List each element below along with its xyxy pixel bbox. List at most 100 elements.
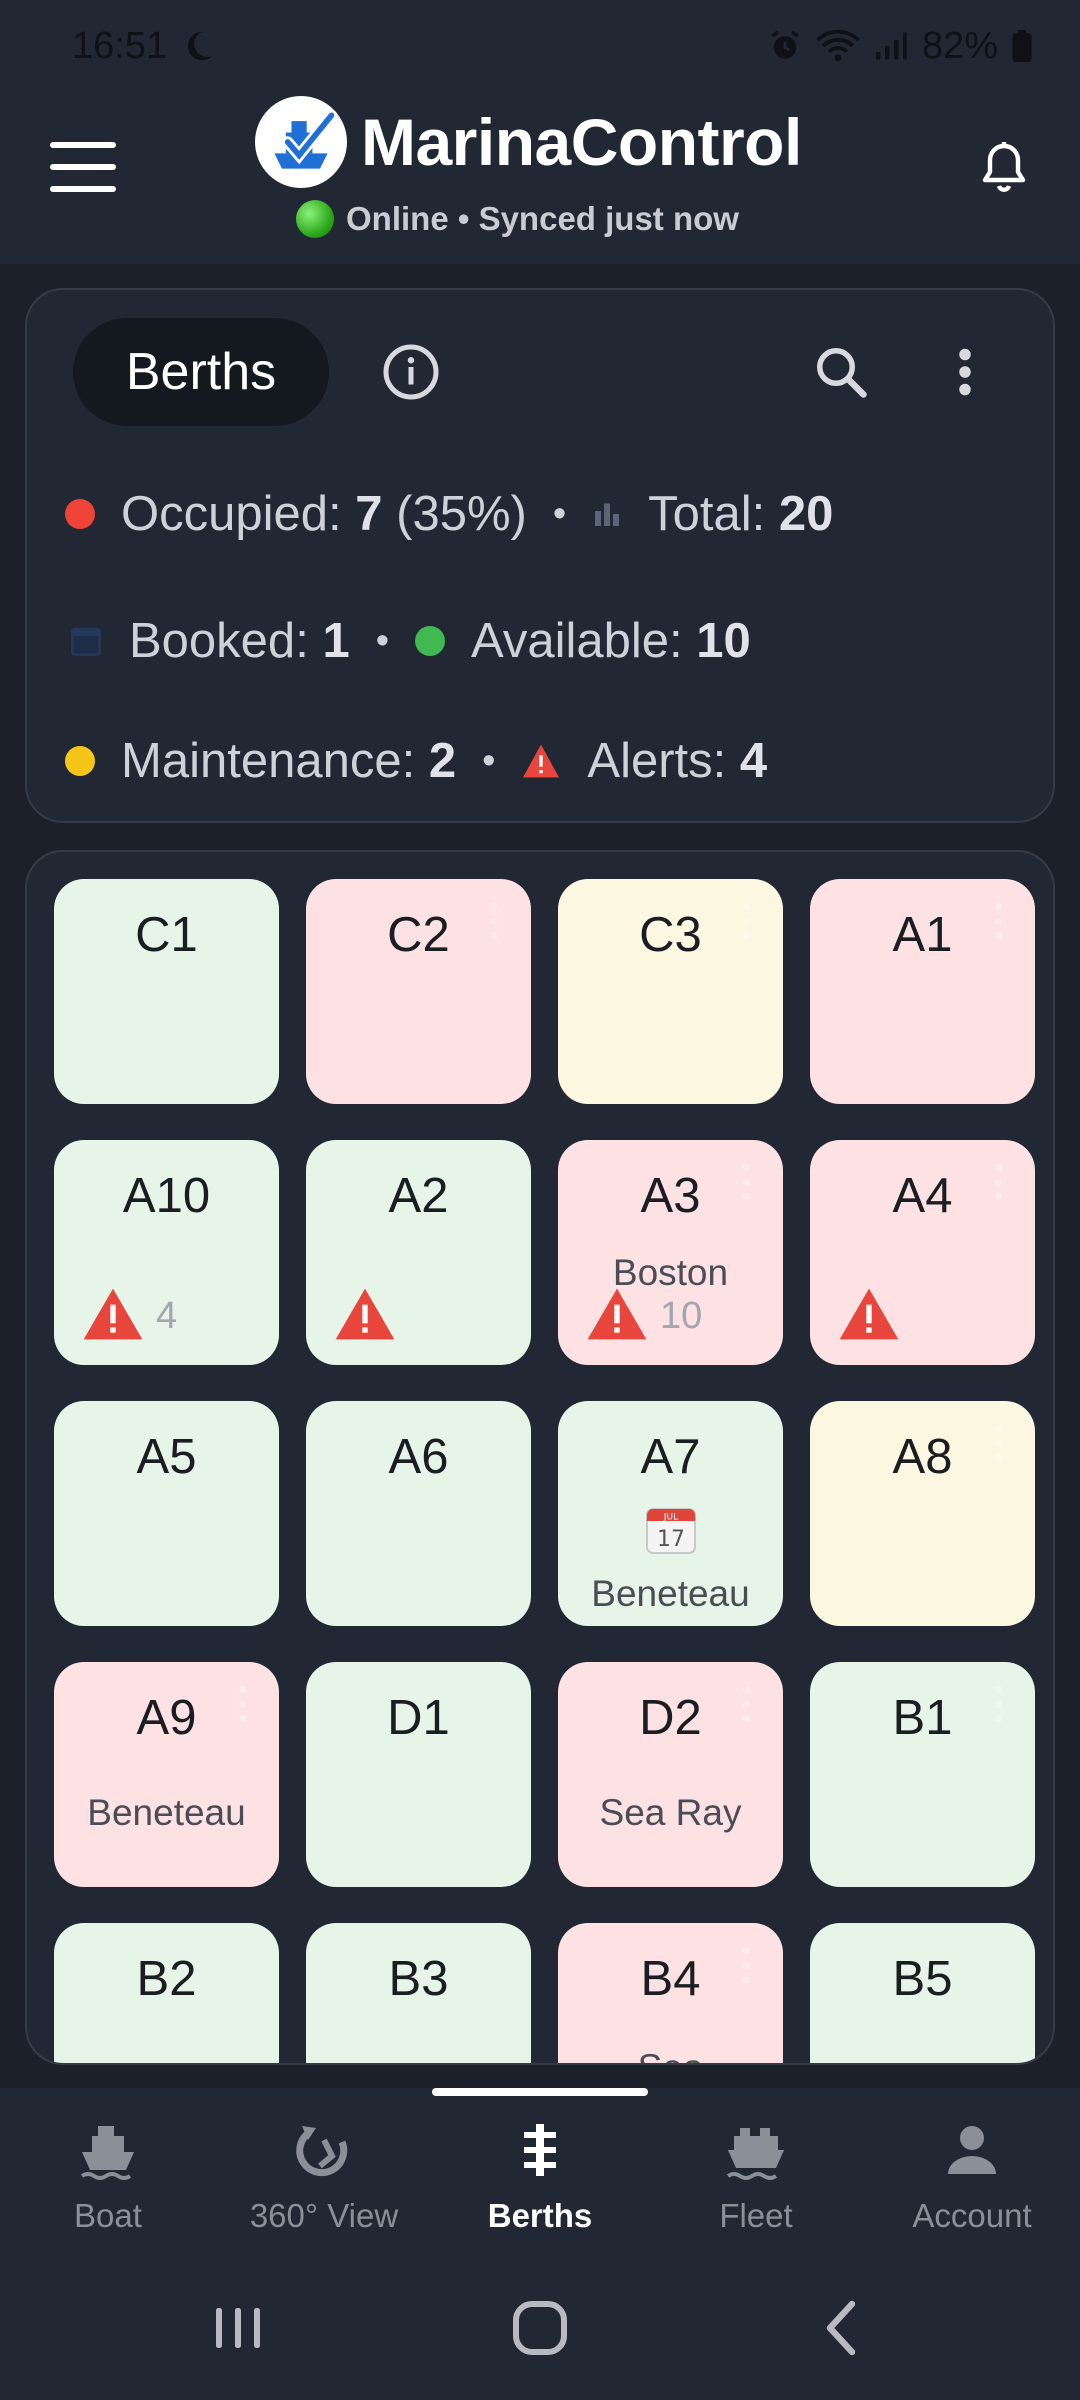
berth-name: A6 — [388, 1430, 449, 1484]
berth-alert[interactable] — [836, 1286, 902, 1347]
berth-menu-icon[interactable] — [995, 1686, 1003, 1722]
berth-name: A5 — [136, 1430, 197, 1484]
berth-summary-card: Berths Occupied: 7 (35%) • Total: 20 Boo… — [25, 288, 1055, 823]
maintenance-dot-icon — [65, 746, 95, 776]
battery-icon — [1012, 30, 1032, 62]
search-icon — [817, 348, 867, 398]
berth-menu-icon[interactable] — [995, 1164, 1003, 1200]
berth-menu-icon[interactable] — [239, 1686, 247, 1722]
berth-name: B5 — [892, 1952, 953, 2006]
berth-tile-a9[interactable]: A9 Beneteau — [54, 1662, 279, 1887]
stats-row-maintenance-alerts: Maintenance: 2 • Alerts: 4 — [65, 733, 767, 789]
berth-tile-d1[interactable]: D1 — [306, 1662, 531, 1887]
berth-tile-a2[interactable]: A2 — [306, 1140, 531, 1365]
berth-tile-a3[interactable]: A3 Boston 10 — [558, 1140, 783, 1365]
status-bar: 16:51 82% — [0, 0, 1080, 92]
app-title: MarinaControl — [361, 105, 802, 179]
berth-tile-b2[interactable]: B2 — [54, 1923, 279, 2063]
do-not-disturb-icon — [181, 29, 215, 63]
berth-tile-b1[interactable]: B1 — [810, 1662, 1035, 1887]
back-button[interactable] — [820, 2296, 864, 2365]
recent-apps-button[interactable] — [210, 2296, 266, 2365]
berth-tile-a7[interactable]: A7 JUL 17 Beneteau — [558, 1401, 783, 1626]
info-button[interactable] — [381, 342, 441, 407]
occupied-percent: (35%) — [396, 487, 527, 541]
berth-alert[interactable] — [332, 1286, 398, 1347]
notifications-button[interactable] — [980, 140, 1028, 199]
search-button[interactable] — [811, 342, 871, 407]
more-vertical-icon — [959, 348, 971, 396]
warning-icon — [332, 1286, 398, 1347]
berth-alert[interactable]: 10 — [584, 1286, 702, 1347]
active-tab-indicator — [432, 2088, 648, 2096]
berth-menu-icon[interactable] — [743, 1686, 751, 1722]
boat-name: Beneteau — [87, 1792, 246, 1833]
signal-icon — [874, 31, 908, 61]
home-button[interactable] — [510, 2296, 570, 2365]
alerts-label: Alerts: — [587, 734, 727, 788]
berth-tile-b4[interactable]: B4Sea — [558, 1923, 783, 2063]
ship-icon — [76, 2118, 140, 2187]
bell-icon — [982, 142, 1026, 192]
nav-tab-label: Berths — [487, 2197, 593, 2234]
booking-calendar-icon: JUL 17 — [558, 1505, 783, 1555]
available-dot-icon — [415, 626, 446, 656]
hamburger-menu-button[interactable] — [50, 142, 116, 192]
berth-name: A10 — [122, 1169, 211, 1223]
nav-tab-label: Account — [912, 2197, 1032, 2234]
nav-tab-berths[interactable]: Berths — [432, 2088, 648, 2268]
berth-menu-icon[interactable] — [743, 1164, 751, 1200]
battery-level: 82% — [921, 24, 998, 67]
nav-tab-view360[interactable]: 360° View — [216, 2088, 432, 2268]
nav-tab-label: 360° View — [249, 2197, 399, 2234]
stats-separator: • — [552, 492, 567, 535]
available-label: Available: — [471, 614, 683, 668]
berths-icon — [508, 2118, 572, 2187]
berth-tile-a1[interactable]: A1 — [810, 879, 1035, 1104]
berth-tile-c1[interactable]: C1 — [54, 879, 279, 1104]
warning-icon — [80, 1286, 146, 1347]
berth-tile-b3[interactable]: B3 — [306, 1923, 531, 2063]
nav-tab-account[interactable]: Account — [864, 2088, 1080, 2268]
wifi-icon — [816, 29, 860, 63]
stats-separator: • — [375, 619, 390, 662]
berth-grid-card: C1 C2 C3 A1 A10 4 A2 A3 Boston 10 A4 A5 A6 A7 JUL 17 Ben… — [25, 850, 1055, 2065]
sync-status-text: Online • Synced just now — [346, 200, 739, 237]
berth-name: A2 — [388, 1169, 449, 1223]
boat-name: Sea Ray — [599, 1792, 742, 1833]
berth-tile-a4[interactable]: A4 — [810, 1140, 1035, 1365]
berth-tile-c3[interactable]: C3 — [558, 879, 783, 1104]
berth-tile-c2[interactable]: C2 — [306, 879, 531, 1104]
berth-alert[interactable]: 4 — [80, 1286, 177, 1347]
nav-tab-fleet[interactable]: Fleet — [648, 2088, 864, 2268]
occupied-label: Occupied: — [121, 487, 342, 541]
berth-tile-a8[interactable]: A8 — [810, 1401, 1035, 1626]
berth-tile-a5[interactable]: A5 — [54, 1401, 279, 1626]
berth-menu-icon[interactable] — [995, 1425, 1003, 1461]
berth-menu-icon[interactable] — [743, 903, 751, 939]
berth-name: C1 — [135, 908, 198, 962]
calendar-icon — [69, 624, 103, 658]
info-icon — [383, 344, 439, 400]
more-options-button[interactable] — [945, 342, 985, 407]
berths-filter-tab[interactable]: Berths — [73, 318, 329, 426]
alerts-value: 4 — [739, 734, 768, 788]
calendar-month: JUL — [662, 1511, 678, 1522]
berth-menu-icon[interactable] — [491, 903, 499, 939]
berth-tile-b5[interactable]: B5 — [810, 1923, 1035, 2063]
maintenance-label: Maintenance: — [121, 734, 416, 788]
berth-tile-a10[interactable]: A10 4 — [54, 1140, 279, 1365]
fleet-icon — [724, 2118, 788, 2187]
berth-menu-icon[interactable] — [743, 1947, 751, 1983]
brand: MarinaControl — [255, 96, 802, 188]
berth-menu-icon[interactable] — [995, 903, 1003, 939]
total-label: Total: — [648, 487, 766, 541]
nav-tab-label: Fleet — [719, 2197, 793, 2234]
berth-tile-a6[interactable]: A6 — [306, 1401, 531, 1626]
berth-tile-d2[interactable]: D2 Sea Ray — [558, 1662, 783, 1887]
person-icon — [940, 2118, 1004, 2187]
booked-label: Booked: — [129, 614, 309, 668]
berth-name: B3 — [388, 1952, 449, 2006]
rotate-360-icon — [292, 2118, 356, 2187]
nav-tab-boat[interactable]: Boat — [0, 2088, 216, 2268]
